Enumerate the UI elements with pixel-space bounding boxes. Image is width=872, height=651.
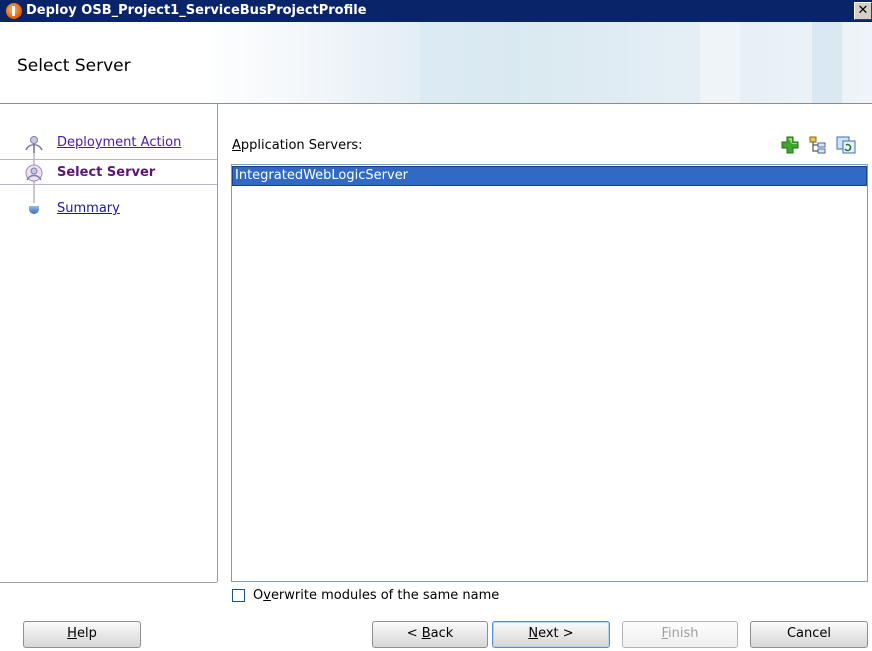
overwrite-modules-option[interactable]: Overwrite modules of the same name: [231, 587, 631, 605]
button-label: inish: [668, 626, 699, 641]
nav-divider: [217, 104, 218, 582]
header-decoration: [812, 22, 842, 103]
label-mnemonic: v: [263, 588, 271, 603]
step-label[interactable]: Summary: [57, 201, 120, 217]
refresh-icon[interactable]: [836, 135, 856, 155]
label-text: pplication Servers:: [240, 138, 363, 153]
header-decoration: [700, 22, 740, 103]
tree-icon[interactable]: [808, 135, 828, 155]
application-servers-list[interactable]: IntegratedWebLogicServer: [231, 164, 868, 582]
nav-bottom-divider: [0, 582, 217, 583]
step-label: Select Server: [57, 165, 156, 180]
wizard-header: Select Server: [0, 22, 872, 103]
add-icon[interactable]: [780, 135, 800, 155]
button-mnemonic: N: [528, 626, 539, 641]
finish-button[interactable]: Finish: [622, 621, 738, 648]
window-title: Deploy OSB_Project1_ServiceBusProjectPro…: [26, 3, 367, 18]
application-servers-label: Application Servers:: [232, 138, 363, 154]
header-decoration: [183, 22, 213, 103]
back-button[interactable]: < Back: [372, 621, 488, 648]
next-button[interactable]: Next >: [492, 621, 610, 648]
list-item[interactable]: IntegratedWebLogicServer: [232, 166, 867, 186]
step-person-current-icon: [25, 164, 43, 182]
button-label: elp: [76, 626, 97, 641]
help-button[interactable]: Help: [23, 621, 141, 648]
cancel-button[interactable]: Cancel: [750, 621, 868, 648]
header-decoration: [420, 22, 520, 103]
button-label: ack: [430, 626, 454, 641]
button-label: ext >: [538, 626, 574, 641]
app-icon: [6, 3, 22, 19]
title-bar[interactable]: Deploy OSB_Project1_ServiceBusProjectPro…: [0, 0, 872, 22]
step-deployment-action[interactable]: Deployment Action: [0, 130, 217, 156]
button-mnemonic: B: [421, 626, 431, 641]
step-dot-icon: [29, 206, 39, 214]
label-text: erwrite modules of the same name: [270, 588, 500, 603]
step-summary[interactable]: Summary: [0, 197, 217, 223]
overwrite-modules-checkbox[interactable]: [232, 589, 245, 602]
server-name: IntegratedWebLogicServer: [235, 168, 409, 183]
step-label[interactable]: Deployment Action: [57, 135, 181, 151]
close-button[interactable]: ✕: [854, 2, 872, 20]
button-mnemonic: H: [67, 626, 77, 641]
label-mnemonic: A: [232, 138, 241, 153]
page-title: Select Server: [17, 56, 131, 76]
label-text: O: [253, 588, 264, 603]
overwrite-modules-label[interactable]: Overwrite modules of the same name: [253, 588, 499, 604]
step-select-server[interactable]: Select Server: [0, 159, 217, 185]
button-label: <: [406, 626, 422, 641]
step-person-icon: [25, 136, 43, 153]
